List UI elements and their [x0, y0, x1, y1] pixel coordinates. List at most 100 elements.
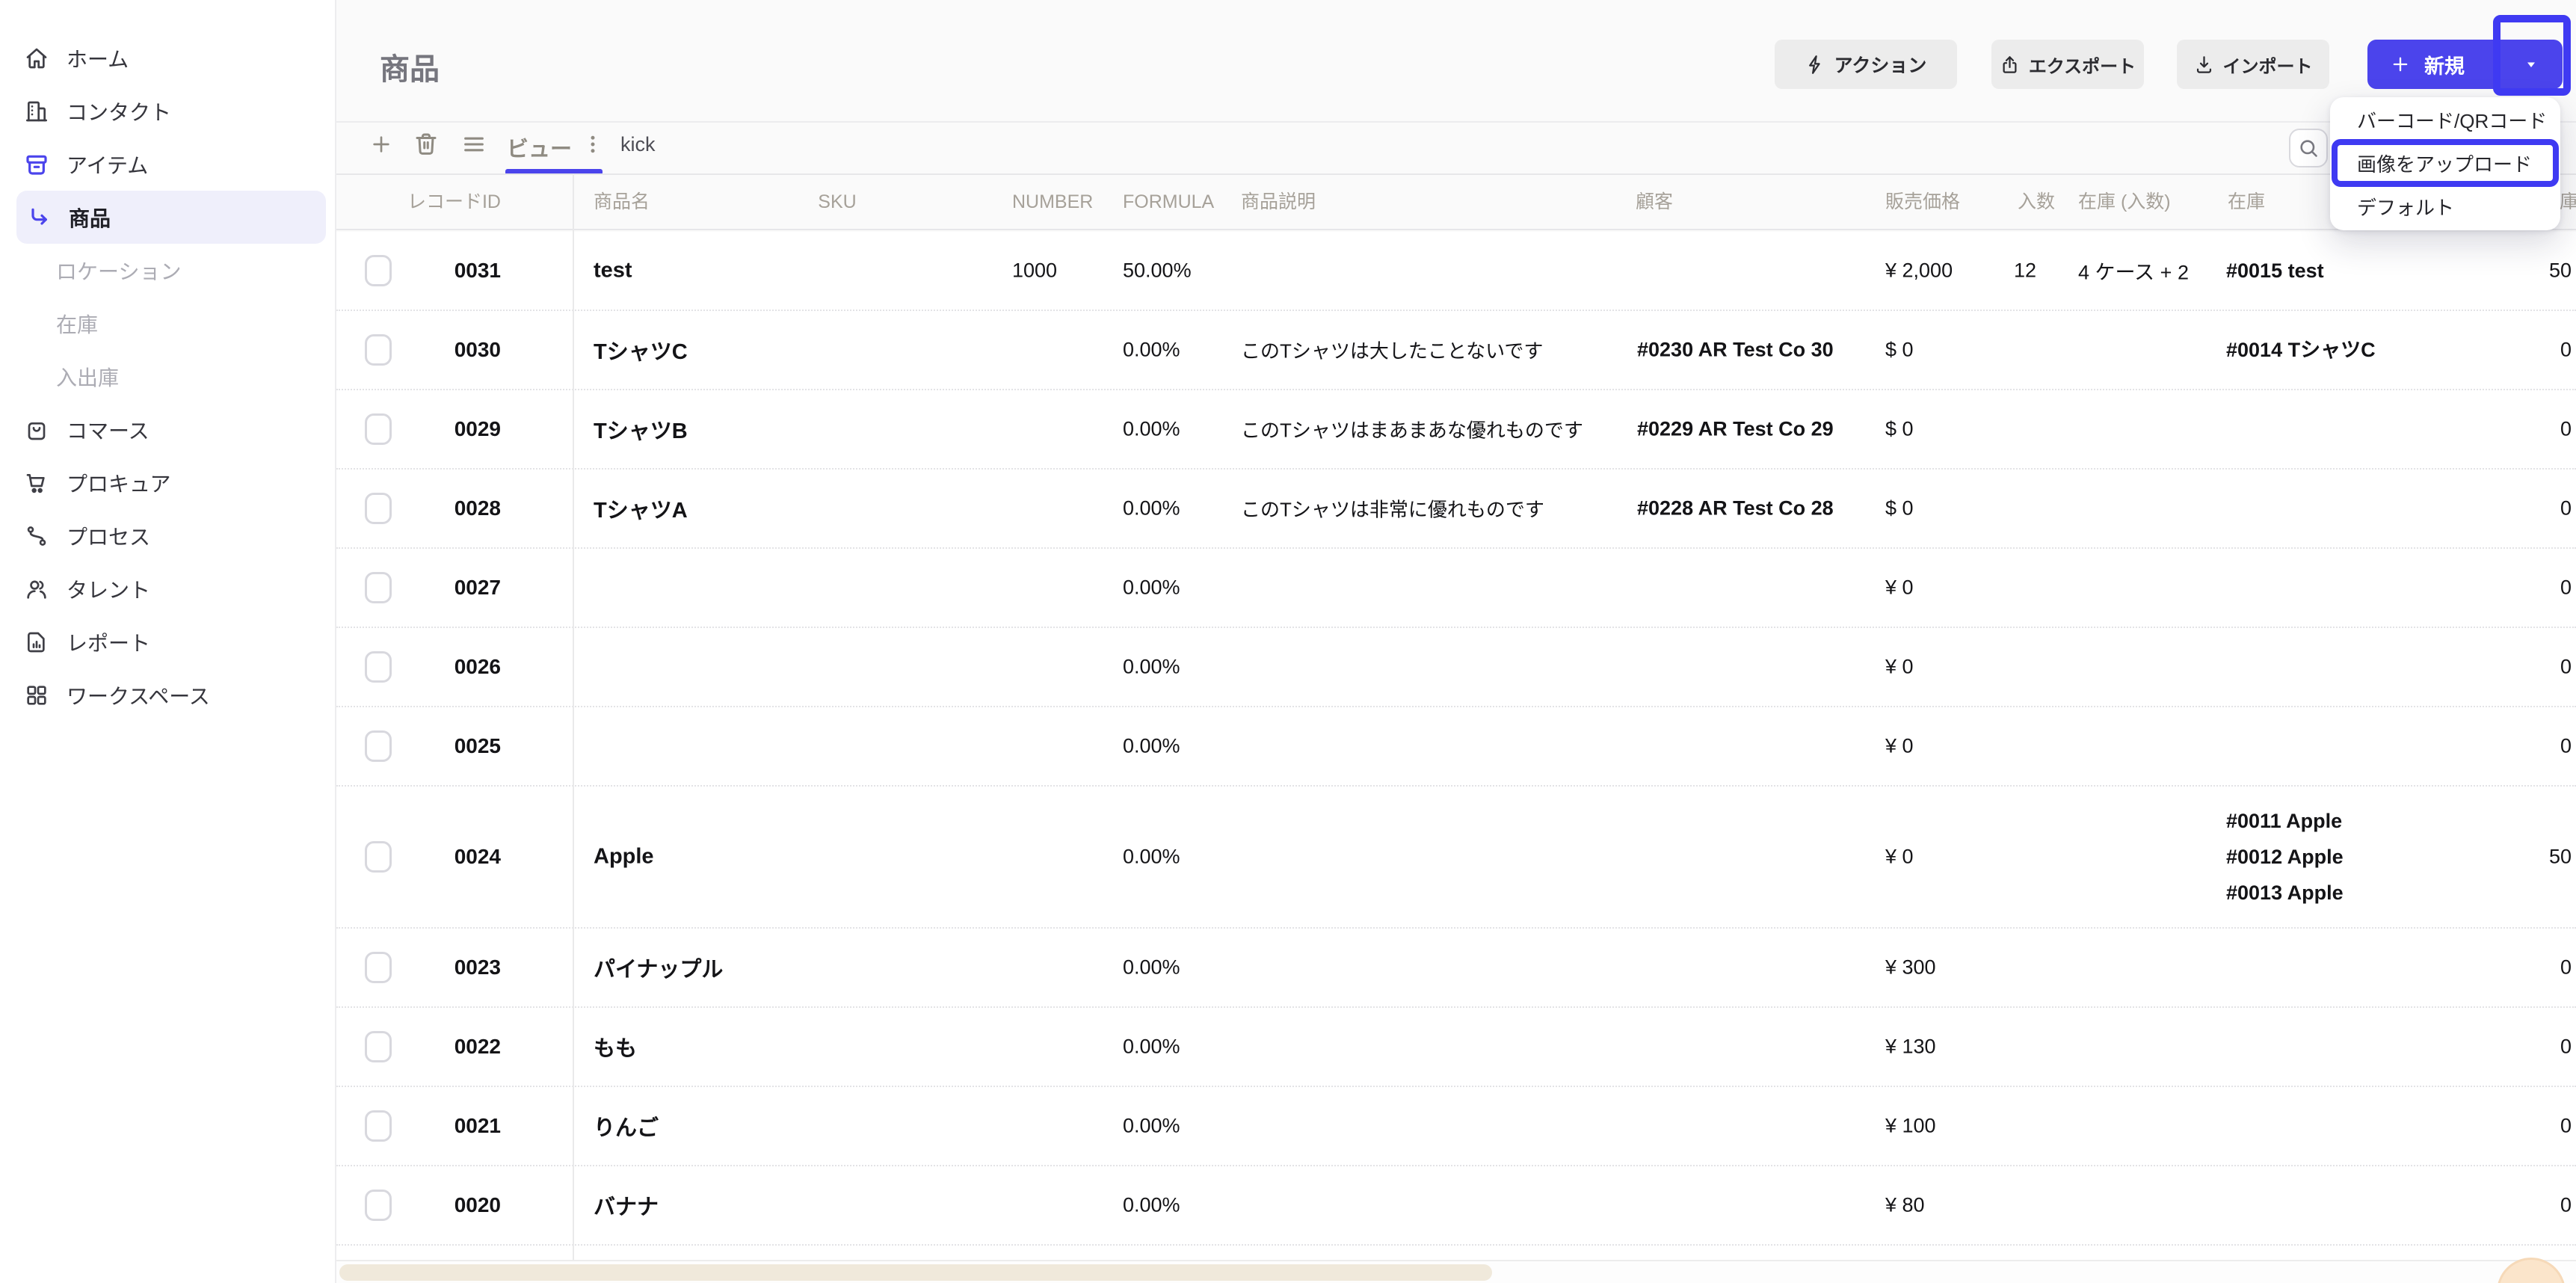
- export-button[interactable]: エクスポート: [1991, 40, 2144, 89]
- column-header-customer[interactable]: 顧客: [1636, 175, 1673, 229]
- tab-kick[interactable]: kick: [620, 133, 656, 156]
- row-checkbox[interactable]: [365, 255, 392, 286]
- cell-record-id[interactable]: 0020: [396, 1193, 501, 1217]
- cell-record-id[interactable]: 0029: [396, 417, 501, 441]
- search-button[interactable]: [2289, 129, 2328, 167]
- cell-record-id[interactable]: 0026: [396, 655, 501, 679]
- cell-formula[interactable]: 0.00%: [1123, 497, 1180, 520]
- column-header-formula[interactable]: FORMULA: [1123, 175, 1214, 229]
- cell-description[interactable]: このTシャツはまあまあな優れものです: [1241, 416, 1660, 443]
- column-header-price[interactable]: 販売価格: [1885, 175, 1960, 229]
- action-button[interactable]: アクション: [1775, 40, 1957, 89]
- table-row[interactable]: 0026 0.00% ¥ 0 0: [336, 628, 2576, 707]
- column-header-stock[interactable]: 在庫: [2228, 175, 2265, 229]
- cell-stock-qty[interactable]: 50: [2467, 259, 2572, 283]
- caret-down-icon[interactable]: [2522, 55, 2540, 73]
- cell-product-name[interactable]: りんご: [594, 1110, 915, 1142]
- sidebar-item-report[interactable]: レポート: [0, 615, 335, 668]
- cell-price[interactable]: ¥ 300: [1885, 956, 1936, 979]
- row-checkbox[interactable]: [365, 572, 392, 603]
- sidebar-item-workspace[interactable]: ワークスペース: [0, 668, 335, 722]
- cell-price[interactable]: $ 0: [1885, 497, 1914, 520]
- cell-stock-qty[interactable]: 0: [2467, 576, 2572, 600]
- cell-record-id[interactable]: 0031: [396, 259, 501, 283]
- row-checkbox[interactable]: [365, 493, 392, 524]
- cell-formula[interactable]: 0.00%: [1123, 1036, 1180, 1059]
- cell-record-id[interactable]: 0024: [396, 845, 501, 869]
- table-row[interactable]: 0030 TシャツC 0.00% このTシャツは大したことないです #0230 …: [336, 311, 2576, 390]
- sidebar-item-process[interactable]: プロセス: [0, 509, 335, 562]
- cell-formula[interactable]: 50.00%: [1123, 259, 1192, 283]
- cell-record-id[interactable]: 0023: [396, 956, 501, 979]
- cell-stock-qty[interactable]: 0: [2467, 656, 2572, 679]
- menu-item-default[interactable]: デフォルト: [2330, 187, 2560, 226]
- table-row[interactable]: 0025 0.00% ¥ 0 0: [336, 707, 2576, 787]
- cell-product-name[interactable]: TシャツC: [594, 334, 915, 366]
- cell-price[interactable]: ¥ 0: [1885, 656, 1914, 679]
- table-row[interactable]: 0022 もも 0.00% ¥ 130 0: [336, 1008, 2576, 1087]
- table-row[interactable]: 0023 パイナップル 0.00% ¥ 300 0: [336, 929, 2576, 1008]
- cell-stock-qty[interactable]: 0: [2467, 497, 2572, 520]
- row-checkbox[interactable]: [365, 841, 392, 873]
- cell-formula[interactable]: 0.00%: [1123, 1115, 1180, 1138]
- column-header-record-id[interactable]: レコードID: [396, 175, 501, 229]
- new-button[interactable]: 新規: [2367, 40, 2563, 89]
- cell-stock-qty[interactable]: 0: [2467, 418, 2572, 441]
- row-checkbox[interactable]: [365, 1190, 392, 1221]
- column-header-clipped[interactable]: 庫: [2560, 175, 2576, 229]
- sidebar-item-in-out[interactable]: 入出庫: [0, 350, 335, 403]
- row-checkbox[interactable]: [365, 730, 392, 762]
- cell-stock-qty[interactable]: 0: [2467, 1115, 2572, 1138]
- kebab-menu-icon[interactable]: [582, 132, 604, 157]
- column-header-sku[interactable]: SKU: [792, 175, 882, 229]
- sidebar-item-inventory[interactable]: 在庫: [0, 297, 335, 350]
- cell-number[interactable]: 1000: [1012, 259, 1057, 283]
- menu-item-upload-image[interactable]: 画像をアップロード: [2332, 139, 2559, 187]
- horizontal-scrollbar-thumb[interactable]: [339, 1264, 1492, 1281]
- cell-product-name[interactable]: Apple: [594, 845, 915, 870]
- row-checkbox[interactable]: [365, 651, 392, 683]
- cell-formula[interactable]: 0.00%: [1123, 846, 1180, 869]
- table-row[interactable]: 0029 TシャツB 0.00% このTシャツはまあまあな優れものです #022…: [336, 390, 2576, 470]
- sidebar-item-home[interactable]: ホーム: [0, 31, 335, 84]
- cell-price[interactable]: $ 0: [1885, 339, 1914, 362]
- sidebar-item-procure[interactable]: プロキュア: [0, 456, 335, 509]
- cell-formula[interactable]: 0.00%: [1123, 1194, 1180, 1217]
- table-row[interactable]: 0027 0.00% ¥ 0 0: [336, 549, 2576, 628]
- cell-product-name[interactable]: パイナップル: [594, 952, 915, 983]
- sidebar-item-talent[interactable]: タレント: [0, 562, 335, 615]
- sidebar-item-items[interactable]: アイテム: [0, 138, 335, 191]
- column-header-description[interactable]: 商品説明: [1241, 175, 1316, 229]
- cell-customer[interactable]: #0228 AR Test Co 28: [1637, 497, 1834, 520]
- cell-stock-qty[interactable]: 50: [2467, 846, 2572, 869]
- cell-stock-qty[interactable]: 0: [2467, 1194, 2572, 1217]
- cell-formula[interactable]: 0.00%: [1123, 576, 1180, 600]
- cell-record-id[interactable]: 0021: [396, 1114, 501, 1138]
- cell-stock-qty[interactable]: 0: [2467, 956, 2572, 979]
- cell-product-name[interactable]: もも: [594, 1031, 915, 1062]
- table-row[interactable]: 0020 バナナ 0.00% ¥ 80 0: [336, 1166, 2576, 1246]
- cell-product-name[interactable]: バナナ: [594, 1190, 915, 1221]
- sidebar-item-products-active[interactable]: 商品: [16, 191, 326, 244]
- cell-price[interactable]: ¥ 130: [1885, 1036, 1936, 1059]
- table-row[interactable]: 0024 Apple 0.00% ¥ 0 #0011 Apple#0012 Ap…: [336, 787, 2576, 929]
- cell-price[interactable]: ¥ 2,000: [1885, 259, 1953, 283]
- cell-record-id[interactable]: 0025: [396, 734, 501, 758]
- cell-formula[interactable]: 0.00%: [1123, 339, 1180, 362]
- column-header-qty[interactable]: 入数: [2018, 175, 2055, 229]
- cell-price[interactable]: ¥ 100: [1885, 1115, 1936, 1138]
- cell-record-id[interactable]: 0027: [396, 576, 501, 600]
- cell-product-name[interactable]: TシャツA: [594, 493, 915, 524]
- column-header-name[interactable]: 商品名: [594, 175, 650, 229]
- cell-record-id[interactable]: 0028: [396, 496, 501, 520]
- cell-formula[interactable]: 0.00%: [1123, 956, 1180, 979]
- cell-formula[interactable]: 0.00%: [1123, 418, 1180, 441]
- row-checkbox[interactable]: [365, 1031, 392, 1062]
- cell-price[interactable]: ¥ 0: [1885, 735, 1914, 758]
- sidebar-item-locations[interactable]: ロケーション: [0, 244, 335, 297]
- sidebar-item-commerce[interactable]: コマース: [0, 403, 335, 456]
- cell-price[interactable]: ¥ 0: [1885, 846, 1914, 869]
- cell-customer[interactable]: #0229 AR Test Co 29: [1637, 418, 1834, 441]
- tab-view[interactable]: ビュー: [507, 132, 572, 163]
- list-view-button[interactable]: [460, 132, 487, 157]
